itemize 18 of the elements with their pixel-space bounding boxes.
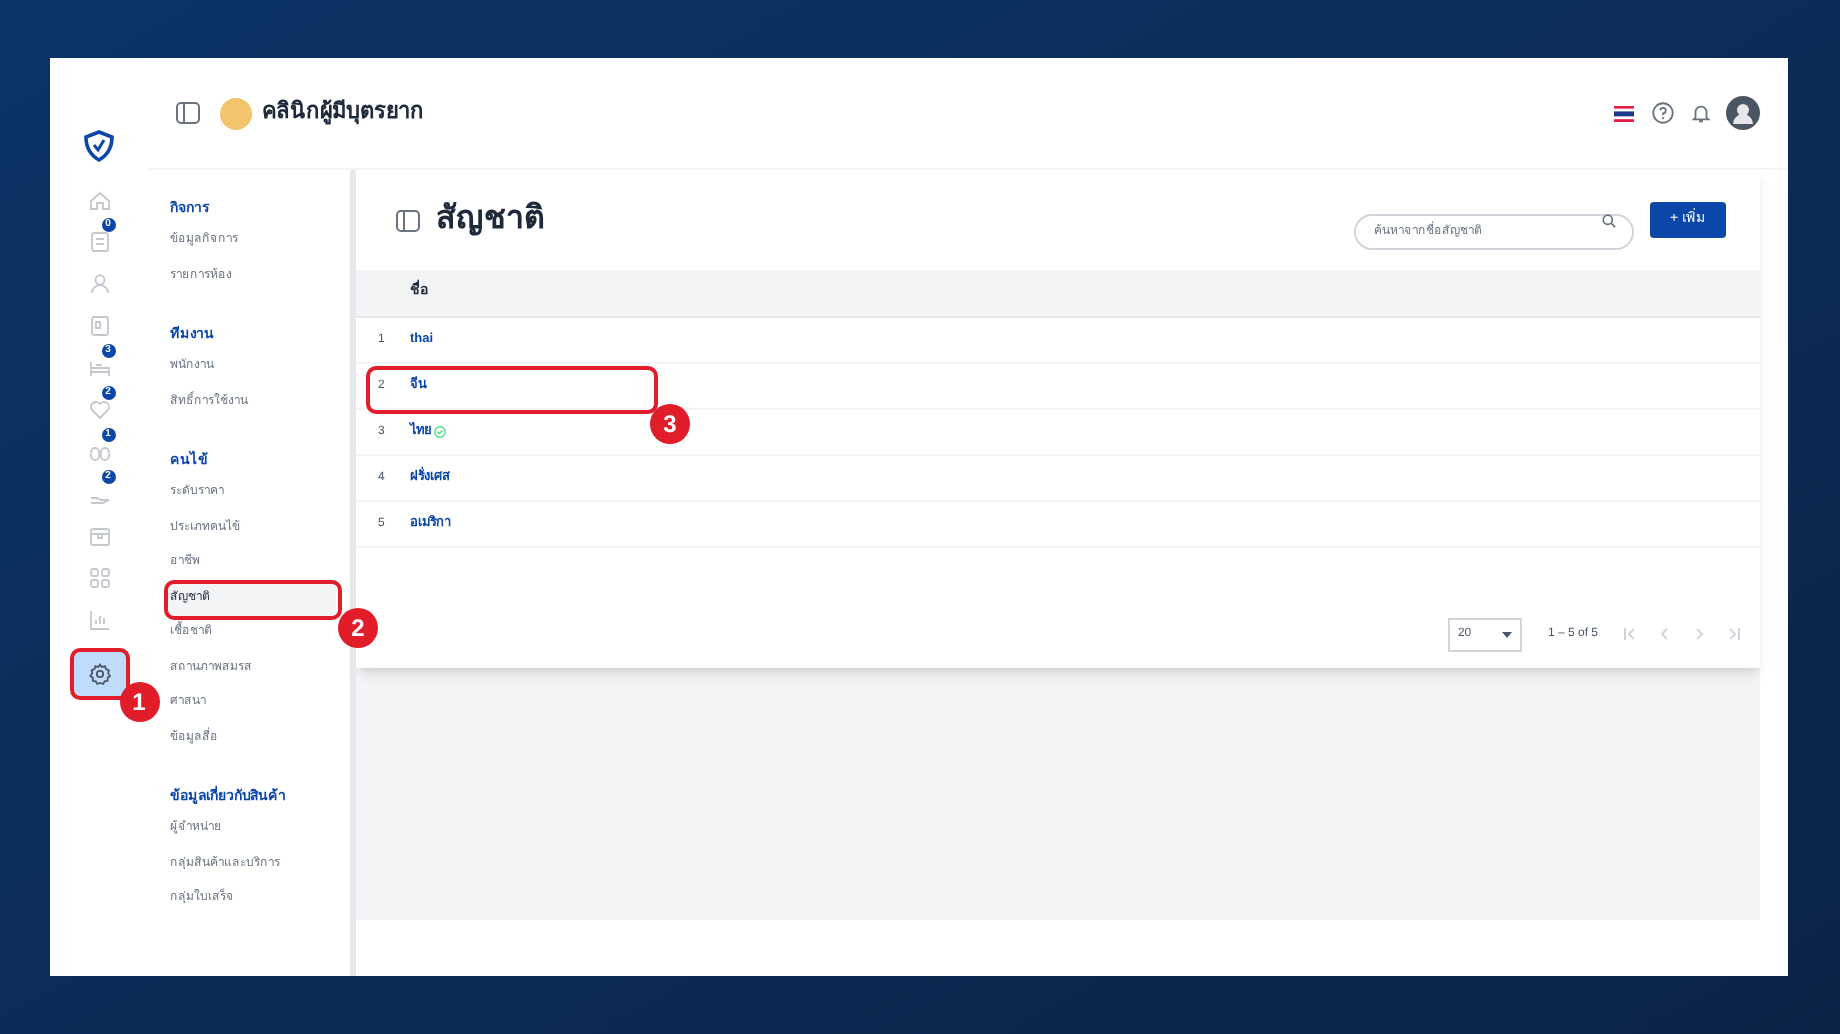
- sidebar-toggle-icon[interactable]: [176, 102, 200, 124]
- clinic-logo: [220, 97, 252, 129]
- rail-item[interactable]: [71, 652, 127, 696]
- thai-flag-icon[interactable]: [1614, 105, 1634, 121]
- document-icon[interactable]: [87, 229, 111, 253]
- bell-icon[interactable]: [1690, 102, 1712, 124]
- page-panel-icon: [396, 209, 420, 231]
- shield-logo-icon: [84, 130, 114, 162]
- page-title: สัญชาติ: [436, 199, 544, 240]
- avatar-icon[interactable]: [1726, 96, 1760, 130]
- help-icon[interactable]: [1652, 102, 1674, 124]
- clinic-name: คลินิกผู้มีบุตรยาก: [262, 97, 424, 129]
- search-icon: [1601, 213, 1616, 227]
- settings-icon: [87, 662, 111, 686]
- step-number-marker: 1: [119, 682, 159, 722]
- dropdown-caret-icon: [1501, 631, 1512, 637]
- step-number-marker: 3: [650, 404, 690, 444]
- heart-icon[interactable]: [87, 397, 111, 421]
